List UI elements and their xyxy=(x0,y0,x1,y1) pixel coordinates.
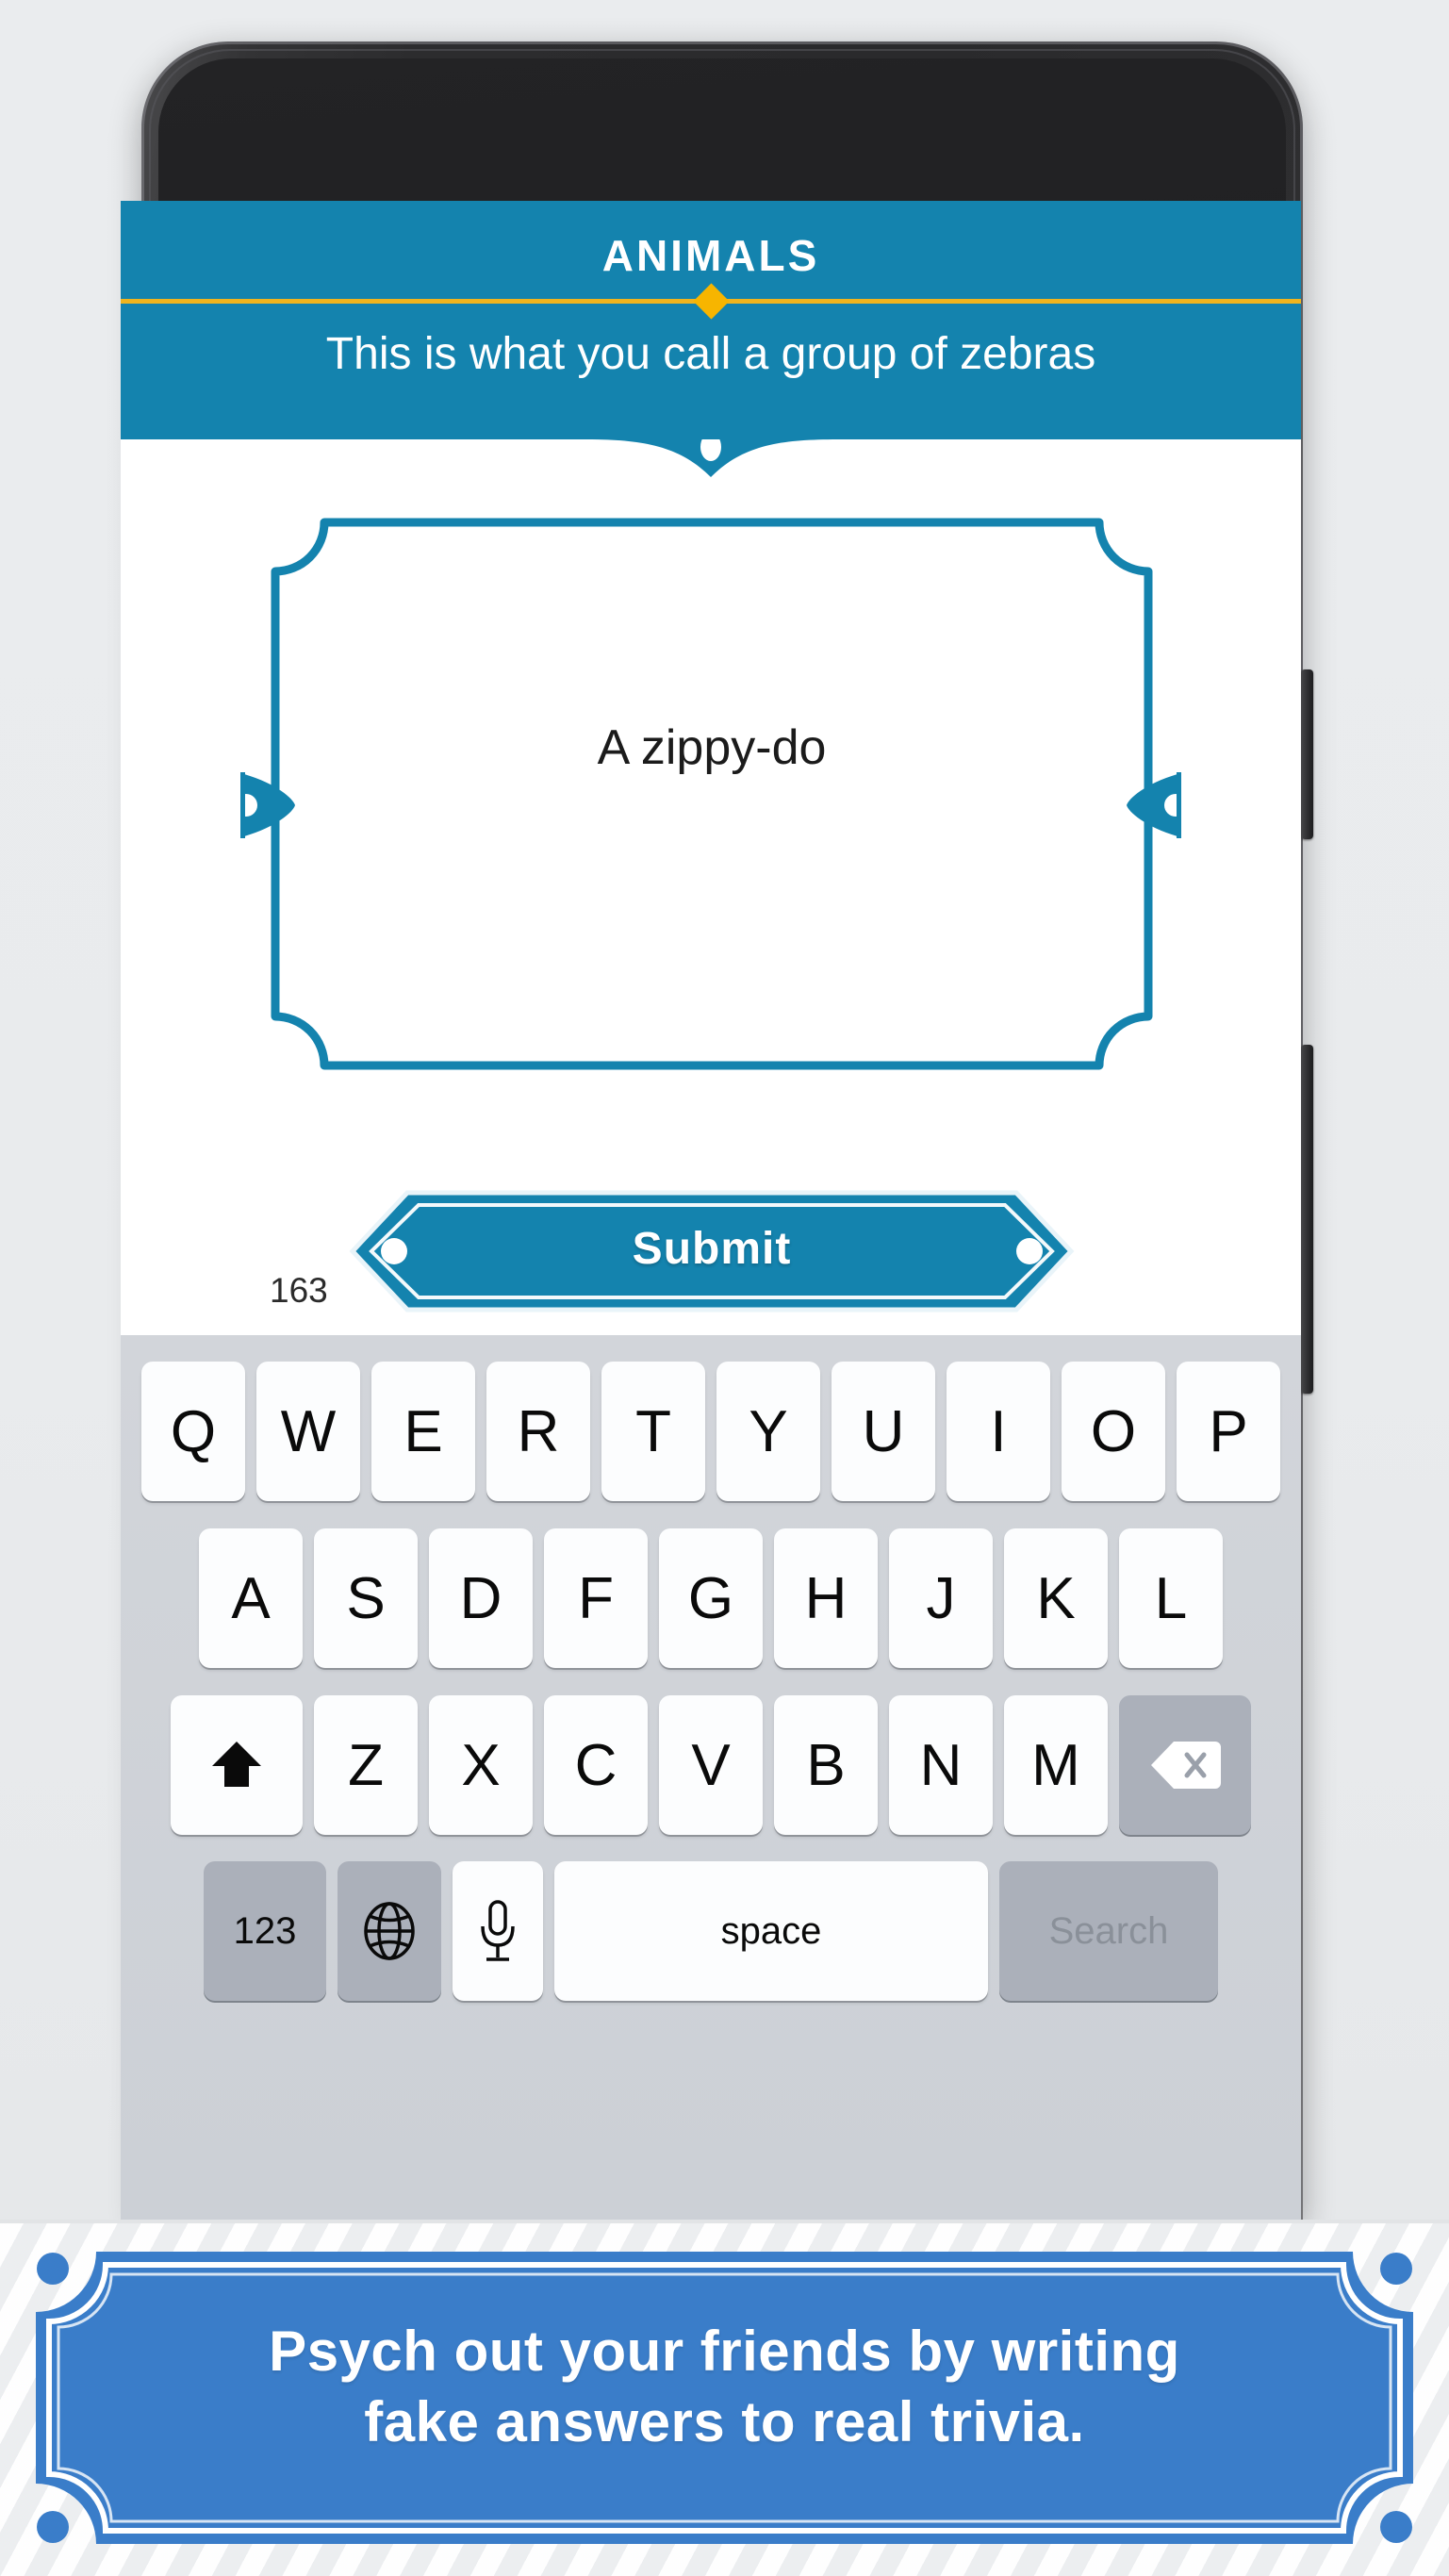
key-b[interactable]: B xyxy=(774,1695,878,1835)
key-a[interactable]: A xyxy=(199,1528,303,1668)
key-d[interactable]: D xyxy=(429,1528,533,1668)
dictation-key[interactable] xyxy=(453,1861,543,2001)
search-return-key[interactable]: Search xyxy=(999,1861,1218,2001)
key-r[interactable]: R xyxy=(486,1362,590,1501)
diamond-accent-icon xyxy=(693,283,730,320)
submit-button[interactable]: Submit xyxy=(349,1190,1075,1313)
promo-line-1: Psych out your friends by writing xyxy=(269,2320,1180,2383)
key-n[interactable]: N xyxy=(889,1695,993,1835)
promo-plaque: Psych out your friends by writing fake a… xyxy=(36,2252,1413,2544)
backspace-key[interactable] xyxy=(1119,1695,1251,1835)
power-button[interactable] xyxy=(1301,1045,1313,1394)
volume-button[interactable] xyxy=(1301,669,1313,839)
shift-icon xyxy=(207,1736,266,1794)
key-i[interactable]: I xyxy=(947,1362,1050,1501)
key-k[interactable]: K xyxy=(1004,1528,1108,1668)
globe-icon xyxy=(362,1901,417,1961)
key-g[interactable]: G xyxy=(659,1528,763,1668)
key-p[interactable]: P xyxy=(1177,1362,1280,1501)
key-f[interactable]: F xyxy=(544,1528,648,1668)
keyboard-row-2: A S D F G H J K L xyxy=(121,1528,1301,1668)
trivia-question: This is what you call a group of zebras xyxy=(325,329,1096,379)
key-e[interactable]: E xyxy=(371,1362,475,1501)
keyboard-row-4: 123 space Search xyxy=(121,1861,1301,2001)
phone-screen: ANIMALS This is what you call a group of… xyxy=(121,201,1301,2220)
key-t[interactable]: T xyxy=(601,1362,705,1501)
key-z[interactable]: Z xyxy=(314,1695,418,1835)
keyboard-row-1: Q W E R T Y U I O P xyxy=(121,1362,1301,1501)
category-header: ANIMALS This is what you call a group of… xyxy=(121,201,1301,439)
microphone-icon xyxy=(477,1898,519,1964)
category-title: ANIMALS xyxy=(601,231,820,280)
key-w[interactable]: W xyxy=(256,1362,360,1501)
key-j[interactable]: J xyxy=(889,1528,993,1668)
numbers-key[interactable]: 123 xyxy=(204,1861,326,2001)
space-key[interactable]: space xyxy=(554,1861,988,2001)
promo-text: Psych out your friends by writing fake a… xyxy=(102,2316,1347,2457)
backspace-icon xyxy=(1149,1738,1221,1792)
character-counter: 163 xyxy=(270,1271,328,1310)
key-m[interactable]: M xyxy=(1004,1695,1108,1835)
header-tail xyxy=(121,439,1301,487)
answer-card[interactable]: A zippy-do xyxy=(270,517,1154,1071)
key-q[interactable]: Q xyxy=(141,1362,245,1501)
keyboard-row-3: Z X C V B N M xyxy=(121,1695,1301,1835)
key-y[interactable]: Y xyxy=(716,1362,820,1501)
key-s[interactable]: S xyxy=(314,1528,418,1668)
card-left-ornament-icon xyxy=(239,772,297,838)
shift-key[interactable] xyxy=(171,1695,303,1835)
key-v[interactable]: V xyxy=(659,1695,763,1835)
answer-input-value[interactable]: A zippy-do xyxy=(270,719,1154,776)
onscreen-keyboard[interactable]: Q W E R T Y U I O P A S D F G H J K L Z … xyxy=(121,1335,1301,2220)
promo-banner-area: Psych out your friends by writing fake a… xyxy=(0,2223,1449,2576)
promo-line-2: fake answers to real trivia. xyxy=(364,2390,1085,2453)
globe-key[interactable] xyxy=(338,1861,441,2001)
card-right-ornament-icon xyxy=(1125,772,1183,838)
key-o[interactable]: O xyxy=(1062,1362,1165,1501)
screenshot-root: ANIMALS This is what you call a group of… xyxy=(0,0,1449,2576)
key-x[interactable]: X xyxy=(429,1695,533,1835)
key-c[interactable]: C xyxy=(544,1695,648,1835)
submit-button-label: Submit xyxy=(632,1224,792,1274)
key-l[interactable]: L xyxy=(1119,1528,1223,1668)
key-h[interactable]: H xyxy=(774,1528,878,1668)
key-u[interactable]: U xyxy=(832,1362,935,1501)
